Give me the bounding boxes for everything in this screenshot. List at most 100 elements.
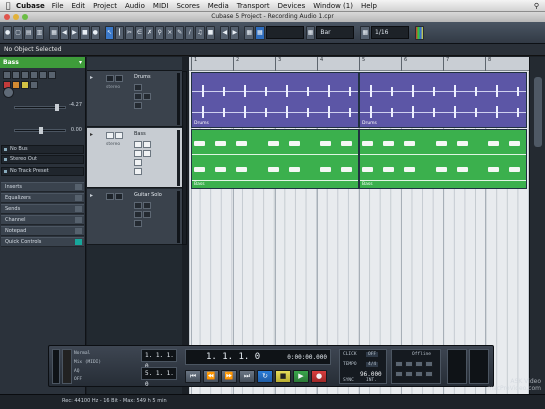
monitor-button[interactable] <box>143 211 151 218</box>
zoom-window-icon[interactable] <box>22 14 28 20</box>
lock-button[interactable] <box>134 159 142 166</box>
menu-media[interactable]: Media <box>208 2 229 10</box>
constrain-delay-button[interactable]: ▢ <box>13 25 23 40</box>
lanes-button[interactable] <box>134 168 142 175</box>
marker-4-button[interactable] <box>425 361 433 367</box>
object-selection-tool-icon[interactable]: ↖ <box>104 25 114 40</box>
inspector-section-channel[interactable]: Channel <box>1 215 84 225</box>
menu-audio[interactable]: Audio <box>125 2 145 10</box>
quantize-icon[interactable]: ▦ <box>305 25 316 40</box>
audio-event-drums-2[interactable]: Drums <box>359 72 527 128</box>
marker-1-button[interactable] <box>395 361 403 367</box>
position-primary[interactable]: 1. 1. 1. 0 <box>206 352 260 362</box>
power-knob-icon[interactable] <box>3 87 14 98</box>
signature-value[interactable]: 4/4 <box>366 362 379 367</box>
volume-fader[interactable] <box>14 104 66 111</box>
expand-icon[interactable]: ▸ <box>90 74 93 81</box>
project-arrange-area[interactable]: 1 2 3 4 5 6 7 8 Drums Drums Bass Bass <box>189 57 529 394</box>
marker-2-button[interactable] <box>405 361 413 367</box>
volume-value[interactable]: -4.27 <box>69 102 82 108</box>
grid-type-icon[interactable]: ▦ <box>244 25 254 40</box>
marker-7-button[interactable] <box>415 371 423 377</box>
snap-toggle-button[interactable]: ▦ <box>254 25 265 40</box>
menu-edit[interactable]: Edit <box>72 2 86 10</box>
write-button[interactable] <box>143 202 151 209</box>
app-menu[interactable]: Cubase <box>16 2 45 10</box>
track-guitar-solo[interactable]: ▸ Guitar Solo <box>87 189 182 245</box>
position-secondary[interactable]: 0:00:00.000 <box>287 354 327 361</box>
marker-3-button[interactable] <box>415 361 423 367</box>
record-mode-mix[interactable]: Mix (MIDI) <box>74 360 101 365</box>
right-locator[interactable]: 5. 1. 1. 0 <box>141 367 177 388</box>
track-name[interactable]: Drums <box>134 74 151 80</box>
lanes-button[interactable] <box>30 81 38 89</box>
read-button[interactable] <box>134 141 142 148</box>
minimize-window-icon[interactable] <box>13 14 19 20</box>
track-name[interactable]: Guitar Solo <box>134 192 162 198</box>
record-enable-button[interactable] <box>134 211 142 218</box>
menu-window[interactable]: Window (1) <box>313 2 353 10</box>
mute-button[interactable] <box>106 193 114 200</box>
write-automation-button[interactable] <box>30 71 38 79</box>
inspector-section-quick-controls[interactable]: Quick Controls <box>1 237 84 247</box>
grid-type-select[interactable] <box>265 26 304 39</box>
pan-value[interactable]: 0.00 <box>71 127 82 133</box>
solo-button[interactable] <box>115 132 123 139</box>
play-button[interactable]: ▶ <box>293 370 309 383</box>
quantize-select[interactable]: 1/16 <box>371 26 409 39</box>
cycle-button[interactable]: ↻ <box>257 370 273 383</box>
lock-button[interactable] <box>21 81 29 89</box>
output-routing-select[interactable]: Stereo Out <box>1 155 84 164</box>
menu-scores[interactable]: Scores <box>176 2 199 10</box>
marker-6-button[interactable] <box>405 371 413 377</box>
read-automation-button[interactable] <box>21 71 29 79</box>
marker-5-button[interactable] <box>395 371 403 377</box>
chevron-down-icon[interactable]: ▾ <box>79 57 82 68</box>
rewind-icon[interactable]: ◀ <box>59 25 69 40</box>
mixer-icon[interactable]: ▥ <box>34 25 45 40</box>
solo-button[interactable] <box>115 75 123 82</box>
inspector-section-equalizers[interactable]: Equalizers <box>1 193 84 203</box>
split-tool-icon[interactable]: ✂ <box>124 25 134 40</box>
solo-button[interactable] <box>12 71 20 79</box>
inspector-section-notepad[interactable]: Notepad <box>1 226 84 236</box>
sync-value[interactable]: INT. <box>366 378 377 383</box>
mute-button[interactable] <box>106 132 114 139</box>
tempo-value[interactable]: 96.000 <box>360 371 382 378</box>
left-locator[interactable]: 1. 1. 1. 0 <box>141 349 177 370</box>
mute-button[interactable] <box>106 75 114 82</box>
menu-file[interactable]: File <box>52 2 64 10</box>
color-tool-icon[interactable]: ■ <box>205 25 216 40</box>
track-name[interactable]: Bass <box>134 131 146 137</box>
go-to-end-button[interactable]: ⏭ <box>239 370 255 383</box>
zoom-tool-icon[interactable]: ⚲ <box>155 25 165 40</box>
record-button[interactable]: ● <box>311 370 327 383</box>
freeze-button[interactable] <box>48 71 56 79</box>
close-window-icon[interactable] <box>4 14 10 20</box>
monitor-button[interactable] <box>143 150 151 157</box>
line-tool-icon[interactable]: ∕ <box>185 25 195 40</box>
nudge-left-icon[interactable]: ◀ <box>220 25 230 40</box>
read-button[interactable] <box>134 202 142 209</box>
edit-channel-button[interactable] <box>39 71 47 79</box>
range-tool-icon[interactable]: ┃ <box>114 25 124 40</box>
lock-button[interactable] <box>134 220 142 227</box>
monitor-button[interactable] <box>143 93 151 100</box>
primary-time-display[interactable]: 1. 1. 1. 0 0:00:00.000 <box>185 349 331 365</box>
vertical-scrollbar[interactable] <box>529 57 545 394</box>
timeline-ruler[interactable]: 1 2 3 4 5 6 7 8 <box>189 57 529 71</box>
forward-button[interactable]: ⏩ <box>221 370 237 383</box>
glue-tool-icon[interactable]: ∈ <box>134 25 145 40</box>
track-drums[interactable]: ▸ Drums stereo <box>87 71 182 127</box>
expand-icon[interactable]: ▸ <box>90 192 93 199</box>
mute-tool-icon[interactable]: × <box>165 25 175 40</box>
input-routing-select[interactable]: No Bus <box>1 145 84 154</box>
audio-event-bass-2[interactable]: Bass <box>359 129 527 189</box>
audio-event-bass-1[interactable]: Bass <box>191 129 359 189</box>
read-button[interactable] <box>134 84 142 91</box>
record-enable-button[interactable] <box>134 93 142 100</box>
inspector-track-name[interactable]: Bass ▾ <box>0 57 85 68</box>
auto-select-button[interactable]: ▦ <box>49 25 59 40</box>
marker-8-button[interactable] <box>425 371 433 377</box>
rewind-button[interactable]: ⏪ <box>203 370 219 383</box>
